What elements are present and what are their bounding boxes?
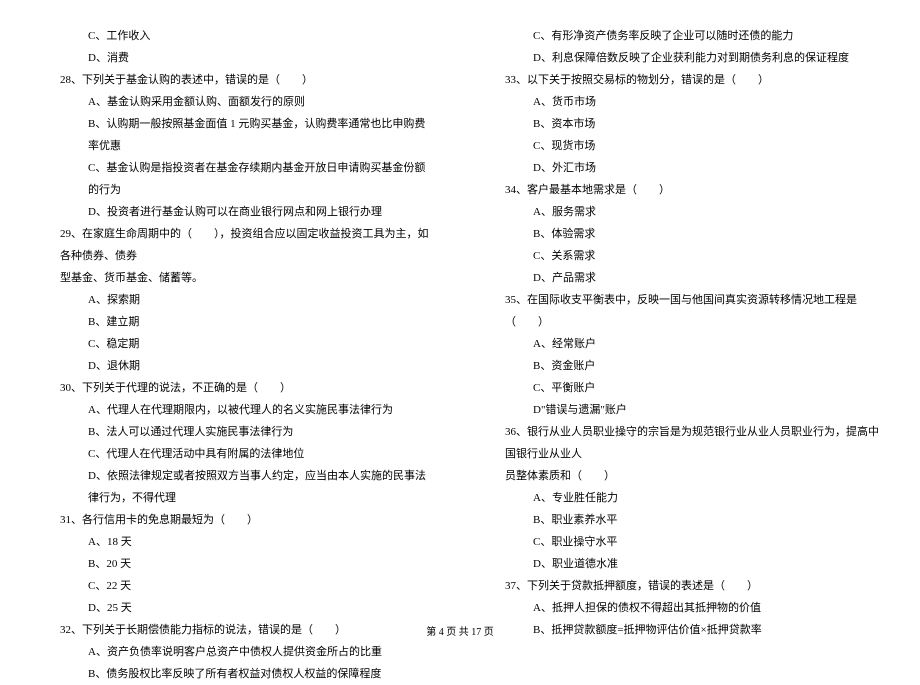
answer-option: D、退休期	[40, 355, 435, 377]
answer-option: B、资本市场	[485, 113, 880, 135]
answer-option: A、专业胜任能力	[485, 487, 880, 509]
answer-option: C、职业操守水平	[485, 531, 880, 553]
answer-option: D、消费	[40, 47, 435, 69]
right-column: C、有形净资产债务率反映了企业可以随时还债的能力D、利息保障倍数反映了企业获利能…	[485, 25, 880, 685]
answer-option: C、基金认购是指投资者在基金存续期内基金开放日申请购买基金份额的行为	[40, 157, 435, 201]
answer-option: D、25 天	[40, 597, 435, 619]
answer-option: D、产品需求	[485, 267, 880, 289]
answer-option: B、建立期	[40, 311, 435, 333]
answer-option: A、基金认购采用金额认购、面额发行的原则	[40, 91, 435, 113]
answer-option: A、抵押人担保的债权不得超出其抵押物的价值	[485, 597, 880, 619]
answer-option: B、认购期一般按照基金面值 1 元购买基金，认购费率通常也比申购费率优惠	[40, 113, 435, 157]
answer-option: C、关系需求	[485, 245, 880, 267]
answer-option: A、代理人在代理期限内，以被代理人的名义实施民事法律行为	[40, 399, 435, 421]
answer-option: B、法人可以通过代理人实施民事法律行为	[40, 421, 435, 443]
question-text: 28、下列关于基金认购的表述中，错误的是（ ）	[40, 69, 435, 91]
answer-option: C、有形净资产债务率反映了企业可以随时还债的能力	[485, 25, 880, 47]
answer-option: D、投资者进行基金认购可以在商业银行网点和网上银行办理	[40, 201, 435, 223]
answer-option: B、债务股权比率反映了所有者权益对债权人权益的保障程度	[40, 663, 435, 685]
question-text: 34、客户最基本地需求是（ ）	[485, 179, 880, 201]
page-footer: 第 4 页 共 17 页	[0, 623, 920, 638]
question-text: 31、各行信用卡的免息期最短为（ ）	[40, 509, 435, 531]
continuation-text: 型基金、货币基金、储蓄等。	[40, 267, 435, 289]
answer-option: D、职业道德水准	[485, 553, 880, 575]
answer-option: A、货币市场	[485, 91, 880, 113]
answer-option: C、现货市场	[485, 135, 880, 157]
question-text: 30、下列关于代理的说法，不正确的是（ ）	[40, 377, 435, 399]
question-text: 35、在国际收支平衡表中，反映一国与他国间真实资源转移情况地工程是（ ）	[485, 289, 880, 333]
answer-option: C、代理人在代理活动中具有附属的法律地位	[40, 443, 435, 465]
left-column: C、工作收入D、消费28、下列关于基金认购的表述中，错误的是（ ）A、基金认购采…	[40, 25, 435, 685]
answer-option: C、平衡账户	[485, 377, 880, 399]
answer-option: B、职业素养水平	[485, 509, 880, 531]
answer-option: D、利息保障倍数反映了企业获利能力对到期债务利息的保证程度	[485, 47, 880, 69]
question-text: 36、银行从业人员职业操守的宗旨是为规范银行业从业人员职业行为，提高中国银行业从…	[485, 421, 880, 465]
question-text: 37、下列关于贷款抵押额度，错误的表述是（ ）	[485, 575, 880, 597]
question-text: 33、以下关于按照交易标的物划分，错误的是（ ）	[485, 69, 880, 91]
question-text: 29、在家庭生命周期中的（ ），投资组合应以固定收益投资工具为主，如各种债券、债…	[40, 223, 435, 267]
answer-option: D、依照法律规定或者按照双方当事人约定，应当由本人实施的民事法律行为，不得代理	[40, 465, 435, 509]
answer-option: C、稳定期	[40, 333, 435, 355]
answer-option: B、体验需求	[485, 223, 880, 245]
answer-option: A、资产负债率说明客户总资产中债权人提供资金所占的比重	[40, 641, 435, 663]
answer-option: D、外汇市场	[485, 157, 880, 179]
document-columns: C、工作收入D、消费28、下列关于基金认购的表述中，错误的是（ ）A、基金认购采…	[40, 25, 880, 685]
answer-option: D"错误与遗漏"账户	[485, 399, 880, 421]
answer-option: A、服务需求	[485, 201, 880, 223]
continuation-text: 员整体素质和（ ）	[485, 465, 880, 487]
answer-option: A、经常账户	[485, 333, 880, 355]
answer-option: C、工作收入	[40, 25, 435, 47]
answer-option: B、资金账户	[485, 355, 880, 377]
answer-option: A、18 天	[40, 531, 435, 553]
answer-option: C、22 天	[40, 575, 435, 597]
answer-option: B、20 天	[40, 553, 435, 575]
answer-option: A、探索期	[40, 289, 435, 311]
